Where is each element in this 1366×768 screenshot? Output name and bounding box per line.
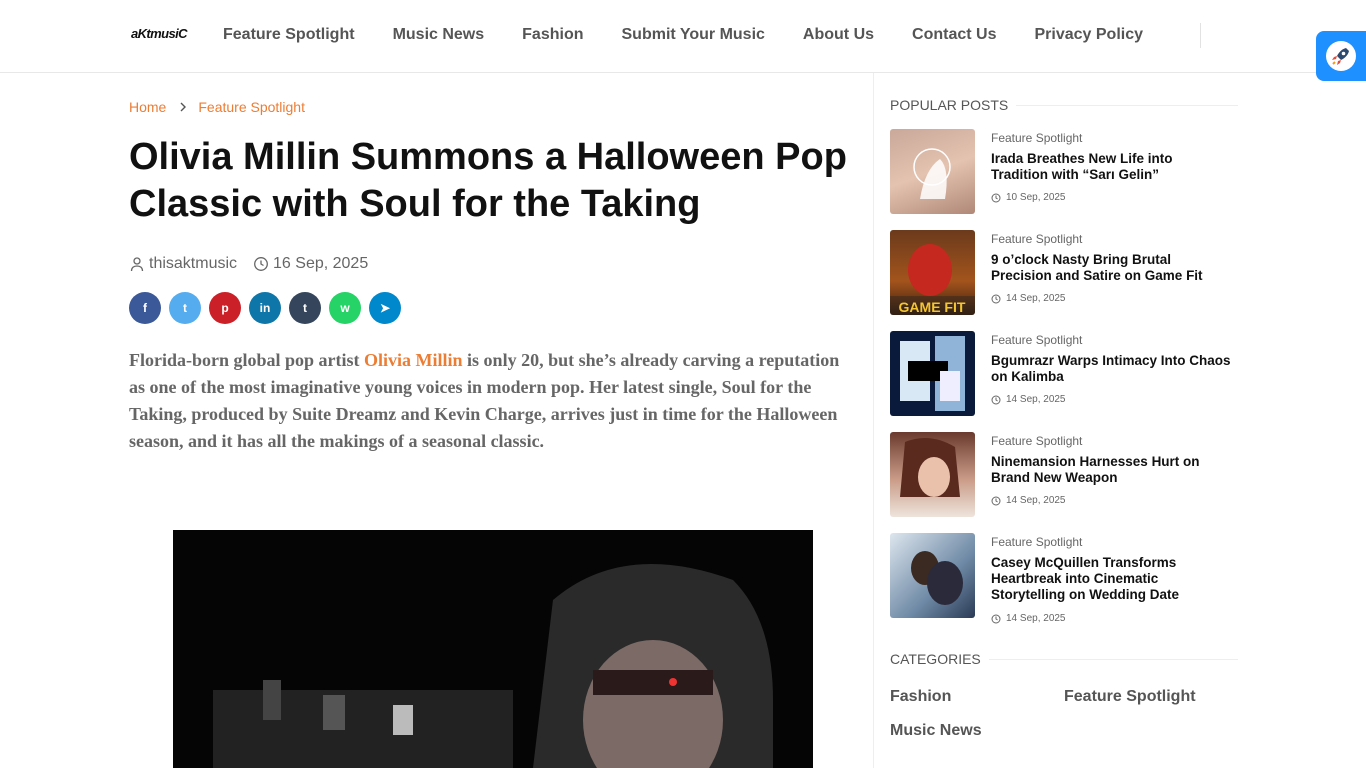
site-header: aKtmusiC Feature Spotlight Music News Fa… — [0, 0, 1366, 73]
post-title[interactable]: Ninemansion Harnesses Hurt on Brand New … — [991, 454, 1231, 486]
author-name: thisaktmusic — [149, 255, 238, 272]
post-thumbnail[interactable] — [890, 129, 975, 214]
article-hero-image — [173, 530, 813, 768]
post-date: 14 Sep, 2025 — [991, 394, 1066, 405]
share-whatsapp-button[interactable]: w — [329, 292, 361, 324]
post-thumbnail[interactable] — [890, 331, 975, 416]
popular-post[interactable]: GAME FIT Feature Spotlight 9 o’clock Nas… — [890, 230, 1238, 315]
popular-posts-title: POPULAR POSTS — [890, 97, 1238, 113]
rocket-button[interactable] — [1316, 31, 1366, 81]
share-pinterest-button[interactable]: p — [209, 292, 241, 324]
category-link-feature-spotlight[interactable]: Feature Spotlight — [1064, 688, 1196, 706]
popular-post[interactable]: Feature Spotlight Casey McQuillen Transf… — [890, 533, 1238, 624]
user-icon — [130, 257, 144, 272]
post-date: 14 Sep, 2025 — [991, 495, 1066, 506]
author[interactable]: thisaktmusic — [129, 255, 237, 273]
logo-text: aKtmusiC — [131, 26, 187, 41]
clock-icon — [991, 496, 1001, 505]
article-lead: Florida-born global pop artist Olivia Mi… — [129, 347, 853, 455]
nav-item-contact-us[interactable]: Contact Us — [912, 26, 996, 44]
share-tumblr-button[interactable]: t — [289, 292, 321, 324]
breadcrumb: Home Feature Spotlight — [129, 99, 305, 115]
breadcrumb-home[interactable]: Home — [129, 99, 166, 115]
nav-item-music-news[interactable]: Music News — [393, 26, 485, 44]
categories-title-text: CATEGORIES — [890, 651, 981, 667]
post-title[interactable]: Irada Breathes New Life into Tradition w… — [991, 151, 1231, 183]
post-title[interactable]: Casey McQuillen Transforms Heartbreak in… — [991, 555, 1231, 603]
category-link-fashion[interactable]: Fashion — [890, 688, 951, 706]
clock-icon — [991, 395, 1001, 404]
post-date-text: 10 Sep, 2025 — [1006, 192, 1066, 203]
popular-post[interactable]: Feature Spotlight Bgumrazr Warps Intimac… — [890, 331, 1238, 416]
categories-title: CATEGORIES — [890, 651, 1238, 667]
post-thumbnail[interactable] — [890, 432, 975, 517]
share-telegram-button[interactable]: ➤ — [369, 292, 401, 324]
post-title[interactable]: 9 o’clock Nasty Bring Brutal Precision a… — [991, 252, 1231, 284]
popular-post[interactable]: Feature Spotlight Irada Breathes New Lif… — [890, 129, 1238, 214]
post-date: 14 Sep, 2025 — [991, 293, 1066, 304]
post-date-text: 14 Sep, 2025 — [1006, 495, 1066, 506]
main-nav: Feature Spotlight Music News Fashion Sub… — [223, 26, 1181, 44]
nav-item-submit-your-music[interactable]: Submit Your Music — [622, 26, 765, 44]
nav-divider — [1200, 23, 1201, 48]
nav-item-fashion[interactable]: Fashion — [522, 26, 583, 44]
article-title: Olivia Millin Summons a Halloween Pop Cl… — [129, 136, 847, 225]
share-twitter-button[interactable]: t — [169, 292, 201, 324]
clock-icon — [991, 294, 1001, 303]
thumb-text: GAME FIT — [899, 299, 966, 315]
breadcrumb-current[interactable]: Feature Spotlight — [198, 99, 305, 115]
share-linkedin-button[interactable]: in — [249, 292, 281, 324]
post-thumbnail[interactable] — [890, 533, 975, 618]
post-date: 14 Sep, 2025 — [991, 613, 1066, 624]
sidebar-divider — [873, 73, 874, 768]
post-category[interactable]: Feature Spotlight — [991, 232, 1082, 246]
publish-date: 16 Sep, 2025 — [253, 255, 368, 273]
category-link-music-news[interactable]: Music News — [890, 722, 982, 740]
post-category[interactable]: Feature Spotlight — [991, 535, 1082, 549]
clock-icon — [254, 257, 268, 271]
post-category[interactable]: Feature Spotlight — [991, 131, 1082, 145]
post-date-text: 14 Sep, 2025 — [1006, 293, 1066, 304]
post-date-text: 14 Sep, 2025 — [1006, 613, 1066, 624]
rocket-icon — [1326, 41, 1356, 71]
post-date: 10 Sep, 2025 — [991, 192, 1066, 203]
nav-item-privacy-policy[interactable]: Privacy Policy — [1034, 26, 1143, 44]
post-category[interactable]: Feature Spotlight — [991, 333, 1082, 347]
site-logo[interactable]: aKtmusiC — [131, 26, 187, 41]
popular-post[interactable]: Feature Spotlight Ninemansion Harnesses … — [890, 432, 1238, 517]
artist-link[interactable]: Olivia Millin — [364, 350, 463, 370]
publish-date-text: 16 Sep, 2025 — [273, 255, 369, 272]
post-title[interactable]: Bgumrazr Warps Intimacy Into Chaos on Ka… — [991, 353, 1231, 385]
share-buttons: f t p in t w ➤ — [129, 292, 409, 324]
post-thumbnail[interactable]: GAME FIT — [890, 230, 975, 315]
post-category[interactable]: Feature Spotlight — [991, 434, 1082, 448]
lead-text-start: Florida-born global pop artist — [129, 350, 365, 370]
post-date-text: 14 Sep, 2025 — [1006, 394, 1066, 405]
clock-icon — [991, 614, 1001, 623]
clock-icon — [991, 193, 1001, 202]
popular-posts-title-text: POPULAR POSTS — [890, 97, 1009, 113]
share-facebook-button[interactable]: f — [129, 292, 161, 324]
nav-item-feature-spotlight[interactable]: Feature Spotlight — [223, 26, 355, 44]
article-meta: thisaktmusic 16 Sep, 2025 — [129, 255, 384, 273]
chevron-right-icon — [180, 102, 187, 112]
nav-item-about-us[interactable]: About Us — [803, 26, 874, 44]
